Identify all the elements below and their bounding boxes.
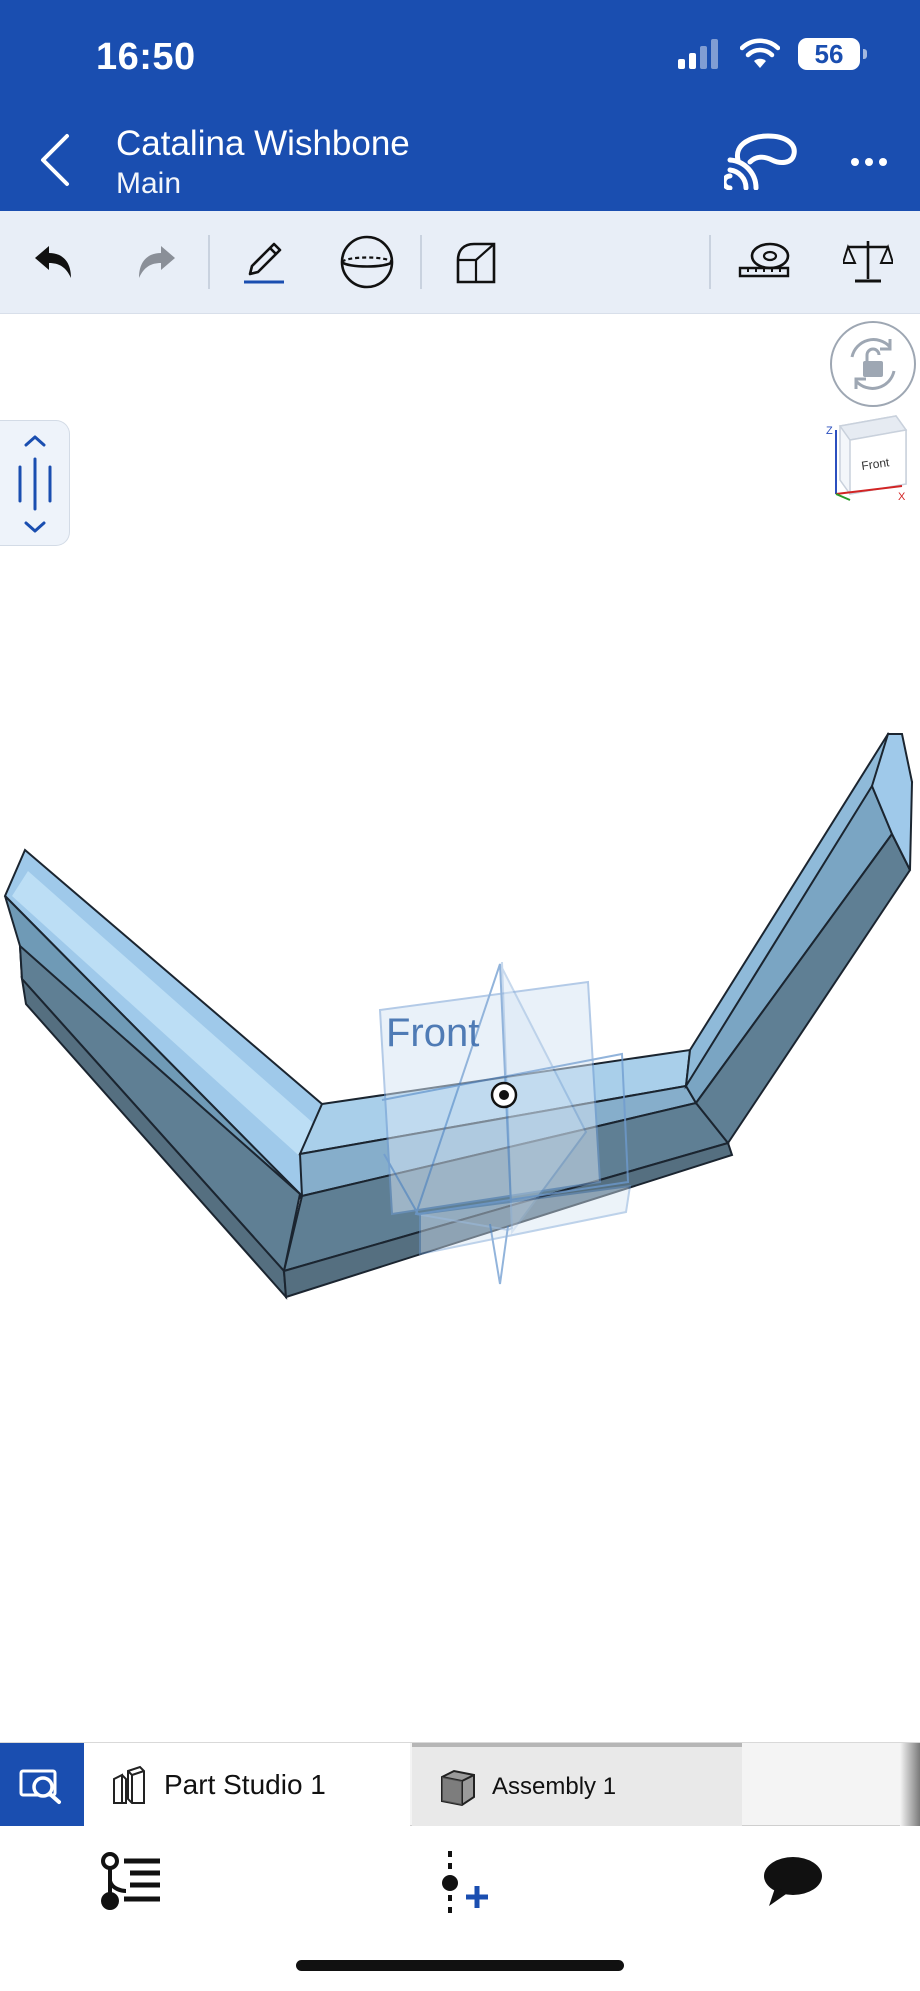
axis-z-label: Z [826,425,833,437]
sketch-pencil-icon [244,242,284,284]
mass-properties-scale-icon [843,241,893,283]
fillet-button[interactable] [441,229,511,295]
tab-scroll-fade [900,1743,920,1827]
comments-button[interactable] [752,1846,832,1916]
plane-label: Front [386,1011,479,1055]
bottom-navigation [0,1826,920,1991]
redo-icon [139,246,175,278]
status-icons: 56 [676,38,867,70]
document-tab-bar: Part Studio 1 Assembly 1 [0,1742,920,1827]
assembly-icon [441,1769,475,1807]
app-root: 16:50 56 Catalina Wishbone Main Front Fr… [0,0,920,1991]
battery-level: 56 [814,38,844,69]
tab-label: Part Studio 1 [164,1769,326,1800]
more-options-button[interactable] [840,140,898,184]
measure-tape-icon [738,242,790,278]
feature-list-button[interactable] [90,1846,170,1916]
back-button[interactable] [30,130,80,190]
view-cube[interactable]: Front Z X [822,414,908,504]
status-time: 16:50 [96,36,196,78]
undo-icon [35,246,71,278]
axis-x-label: X [898,491,906,503]
plane-button[interactable] [332,229,402,295]
expand-panel-icon [18,435,52,533]
fillet-cube-icon [456,242,496,284]
tab-label: Assembly 1 [492,1773,617,1800]
insert-feature-button[interactable] [420,1846,500,1916]
cast-button[interactable] [721,130,800,191]
redo-button[interactable] [122,229,192,295]
tab-search-button[interactable] [0,1743,84,1827]
undo-button[interactable] [18,229,88,295]
document-branch: Main [116,167,182,200]
home-indicator [296,1960,624,1971]
feature-list-icon [101,1852,160,1910]
model-render: Front [3,731,914,1300]
toolbar-separator [709,235,711,289]
mass-properties-button[interactable] [833,229,903,295]
comments-icon [764,1857,822,1906]
wifi-icon [740,38,780,68]
feature-panel-handle[interactable] [0,420,70,546]
battery-indicator: 56 [798,38,867,70]
tab-assembly[interactable]: Assembly 1 [412,1743,742,1827]
app-header: 16:50 56 Catalina Wishbone Main [0,0,920,211]
tab-search-icon [19,1769,61,1804]
toolbar-separator [208,235,210,289]
toolbar-separator [420,235,422,289]
more-dots-icon [851,158,859,166]
measure-button[interactable] [729,229,799,295]
cellular-signal-icon [678,39,718,69]
origin-icon[interactable] [490,1081,518,1109]
part-studio-icon [113,1765,145,1804]
document-title: Catalina Wishbone [116,124,410,163]
tab-part-studio[interactable]: Part Studio 1 [84,1743,410,1827]
plane-sphere-icon [340,235,394,289]
cast-headset-icon [721,133,797,191]
sketch-button[interactable] [229,229,299,295]
insert-feature-icon [442,1851,488,1913]
toolbar [0,211,920,314]
rotate-lock-icon [850,338,896,390]
chevron-left-icon [41,134,69,186]
graphics-viewport[interactable]: Front Front Z X [0,314,920,1742]
rotation-lock-button[interactable] [830,321,916,407]
